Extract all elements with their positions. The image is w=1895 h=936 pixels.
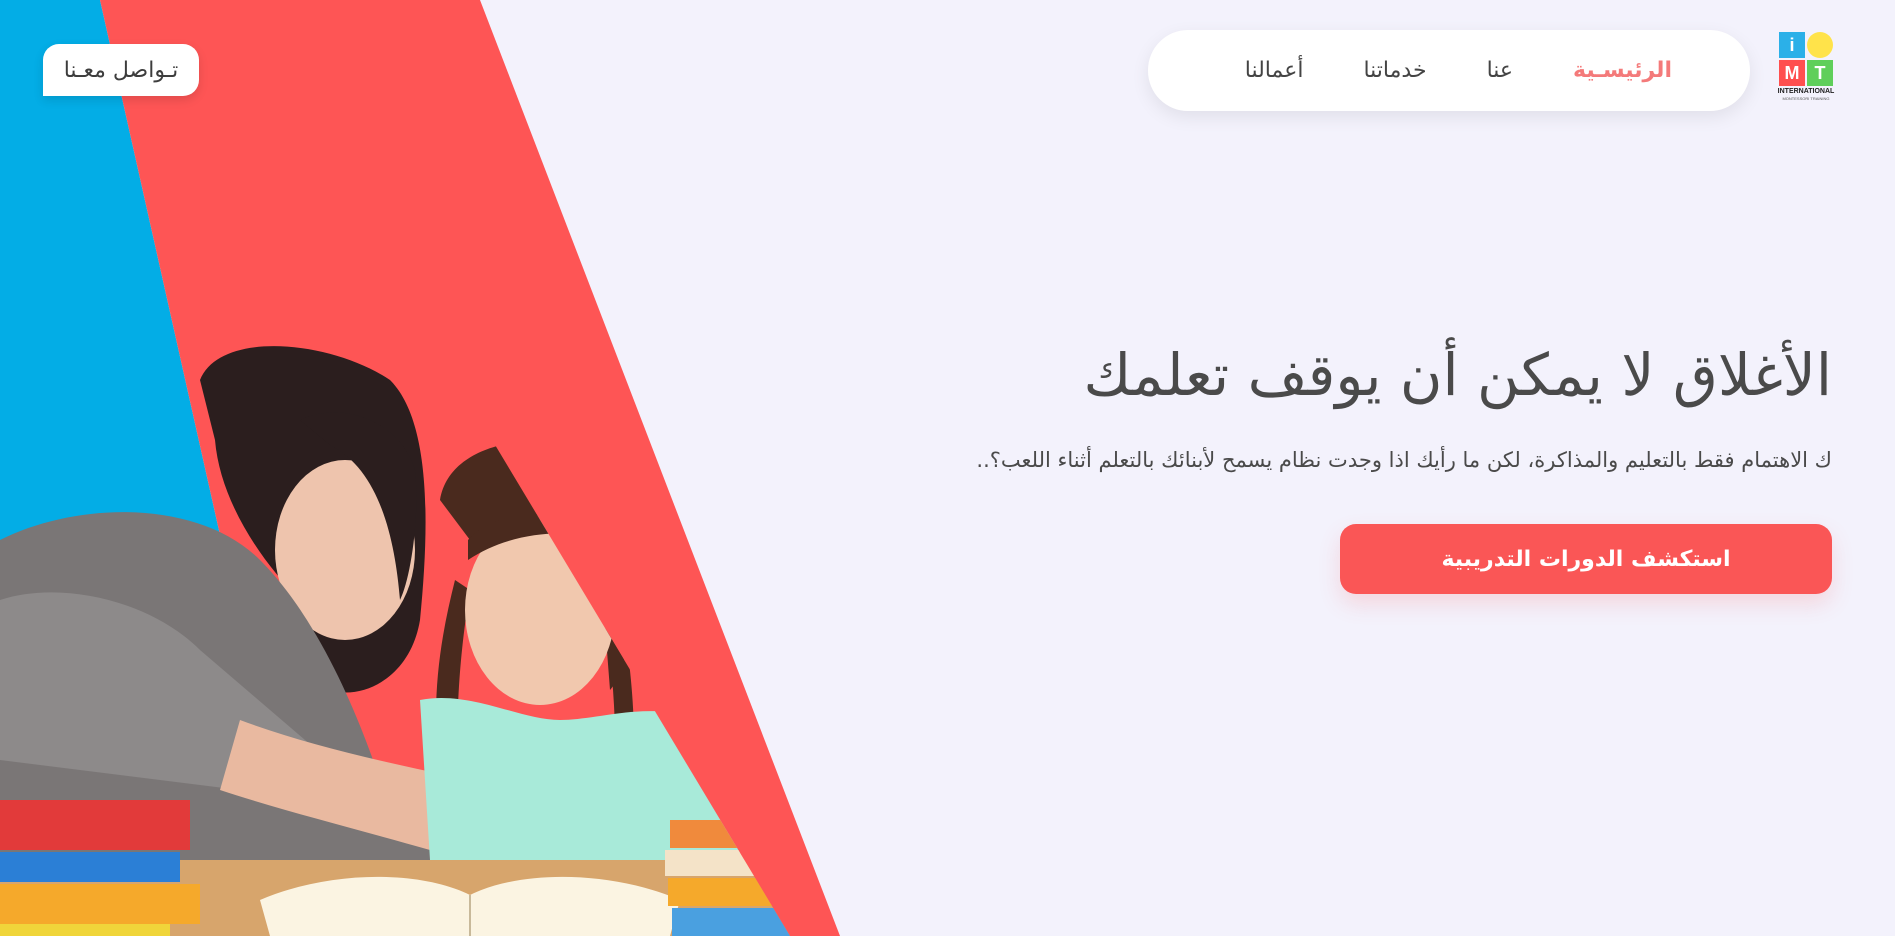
imt-logo[interactable]: i M T INTERNATIONAL MONTESSORI TRAINING	[1777, 32, 1835, 104]
book-red	[0, 800, 190, 850]
explore-courses-button[interactable]: استكشف الدورات التدريبية	[1340, 524, 1832, 594]
landing-page: تـواصل معـنا الرئيسـية عنا خدماتنا أعمال…	[0, 0, 1895, 936]
hero-description: ك الاهتمام فقط بالتعليم والمذاكرة، لكن م…	[976, 448, 1832, 472]
book-yellow	[0, 924, 170, 936]
logo-letter-m: M	[1779, 60, 1805, 86]
logo-tagline: MONTESSORI TRAINING	[1782, 96, 1830, 101]
contact-us-button[interactable]: تـواصل معـنا	[43, 44, 199, 96]
hero-title: الأغلاق لا يمكن أن يوقف تعلمك	[1083, 341, 1832, 409]
logo-mark: i M T	[1779, 32, 1833, 86]
book-blue	[0, 852, 180, 882]
book-right-1	[670, 820, 790, 848]
nav-item-services[interactable]: خدماتنا	[1363, 58, 1426, 83]
book-right-2	[665, 850, 790, 876]
book-orange	[0, 884, 200, 924]
nav-item-home[interactable]: الرئيسـية	[1573, 58, 1672, 83]
main-navbar: الرئيسـية عنا خدماتنا أعمالنا	[1148, 30, 1750, 111]
logo-name: INTERNATIONAL	[1777, 88, 1835, 95]
logo-letter-t: T	[1807, 60, 1833, 86]
logo-dot-icon	[1807, 32, 1833, 58]
book-right-3	[668, 878, 790, 906]
nav-item-works[interactable]: أعمالنا	[1245, 58, 1304, 83]
nav-item-about[interactable]: عنا	[1487, 58, 1513, 83]
book-right-4	[672, 908, 790, 936]
logo-letter-i: i	[1779, 32, 1805, 58]
